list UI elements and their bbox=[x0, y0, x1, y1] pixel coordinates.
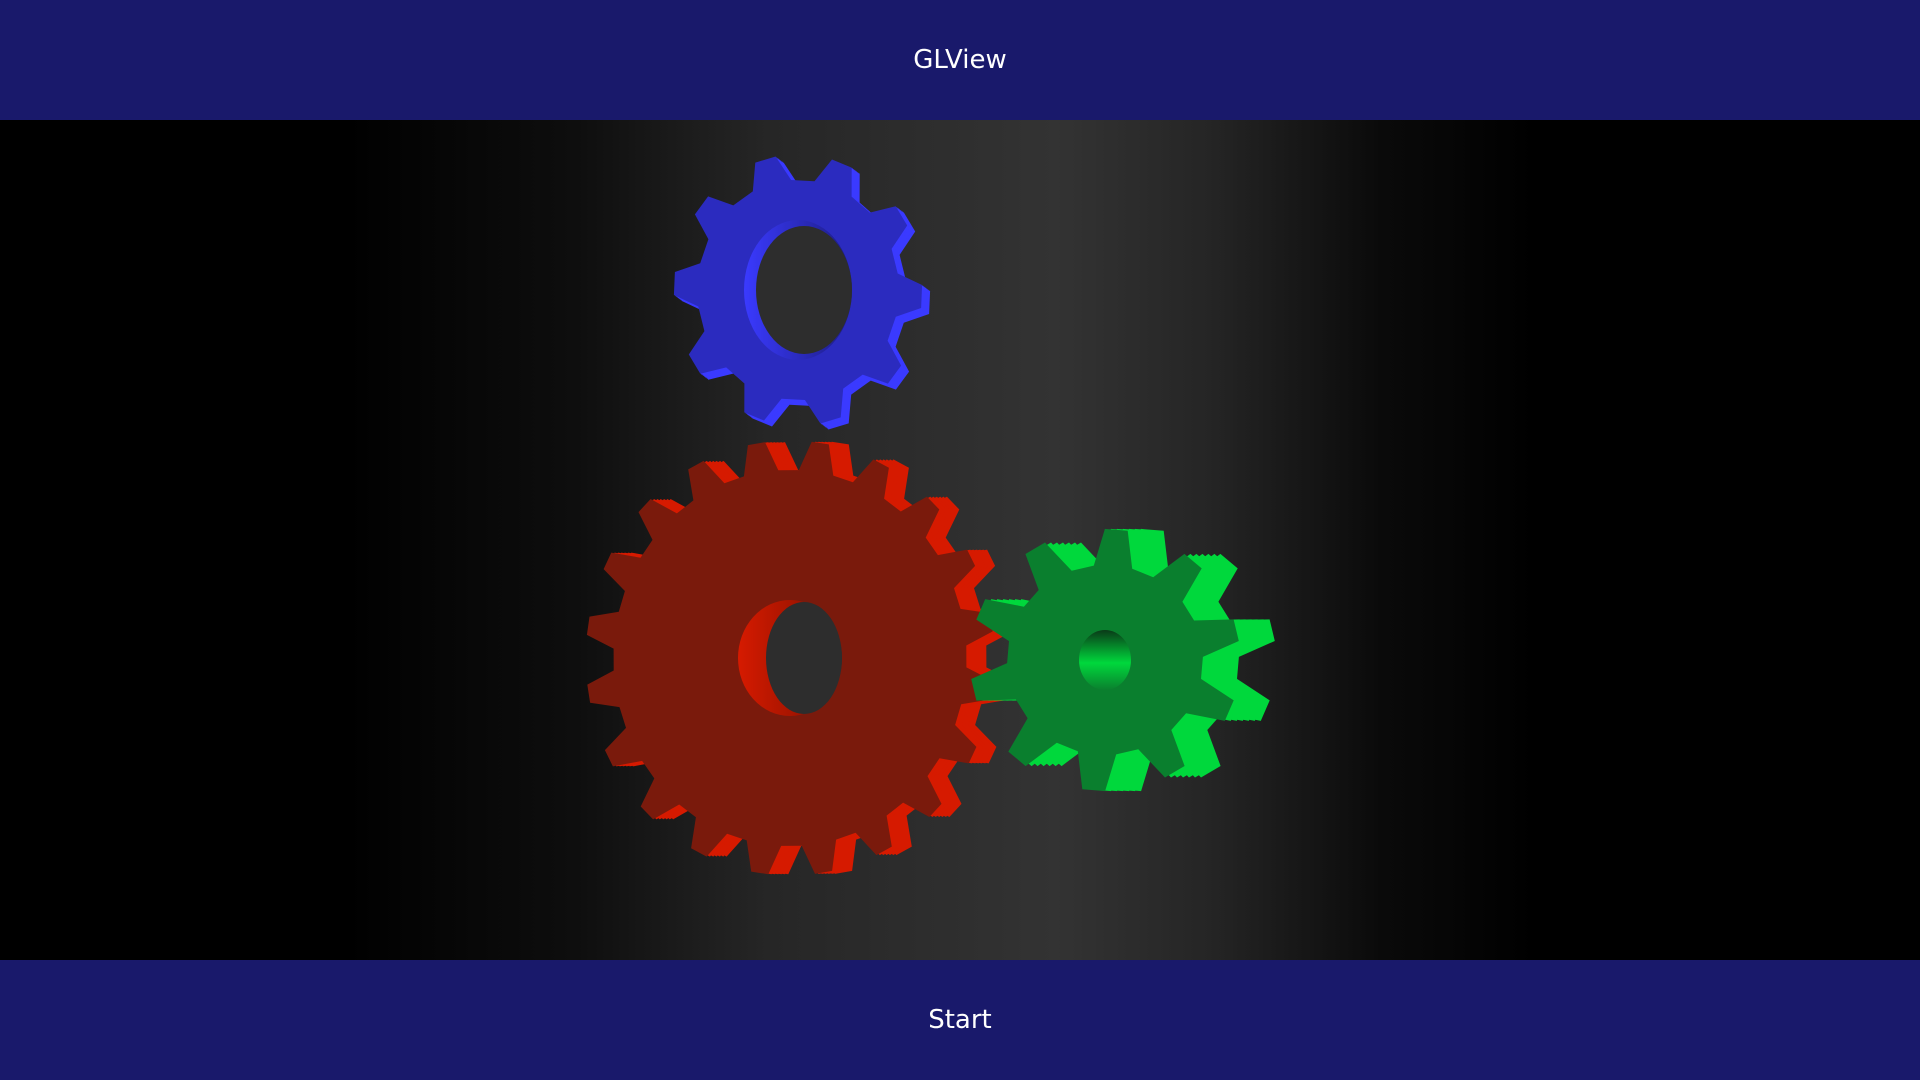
red-gear-hole-inner bbox=[766, 602, 842, 714]
app-title: GLView bbox=[913, 45, 1007, 75]
gears-canvas bbox=[586, 156, 1275, 875]
gl-viewport bbox=[0, 120, 1920, 960]
blue-gear-hole-inner bbox=[756, 226, 852, 354]
start-button[interactable]: Start bbox=[0, 960, 1920, 1080]
title-bar: GLView bbox=[0, 0, 1920, 120]
start-button-label: Start bbox=[928, 1005, 992, 1035]
green-gear bbox=[971, 528, 1275, 792]
green-gear-hole bbox=[1079, 630, 1131, 690]
glview-app: GLView Start bbox=[0, 0, 1920, 1080]
blue-gear bbox=[673, 156, 931, 430]
red-gear bbox=[586, 441, 1014, 875]
